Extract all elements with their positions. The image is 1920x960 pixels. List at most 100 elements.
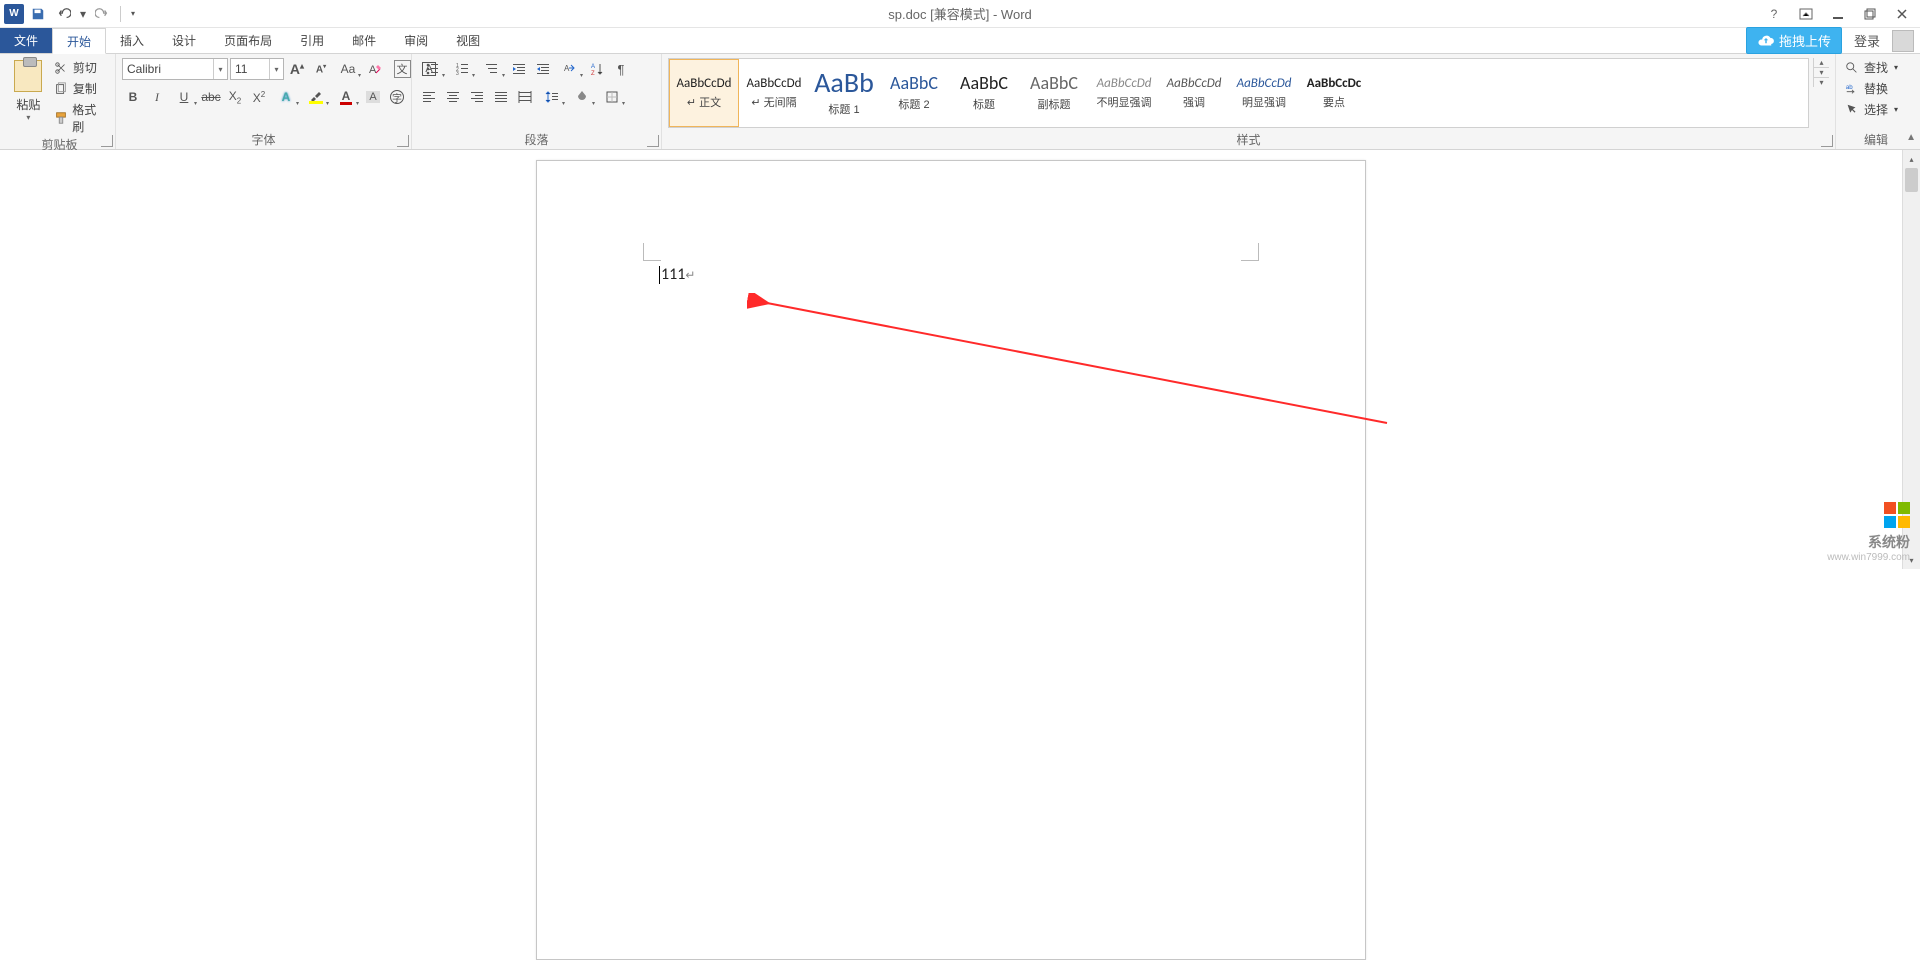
- close-button[interactable]: [1888, 3, 1916, 25]
- paragraph-launcher[interactable]: [647, 135, 659, 147]
- tab-layout[interactable]: 页面布局: [210, 28, 286, 53]
- font-name-combo[interactable]: Calibri ▾: [122, 58, 228, 80]
- superscript-button[interactable]: X2: [248, 86, 270, 108]
- restore-button[interactable]: [1856, 3, 1884, 25]
- replace-button[interactable]: ab 替换: [1842, 79, 1900, 98]
- find-button[interactable]: 查找 ▾: [1842, 58, 1900, 77]
- styles-launcher[interactable]: [1821, 135, 1833, 147]
- clear-formatting-button[interactable]: A: [364, 58, 386, 80]
- document-page[interactable]: 111↵: [536, 160, 1366, 960]
- style-item-p-normal[interactable]: AaBbCcDd↵ 正文: [669, 59, 739, 127]
- tab-review[interactable]: 审阅: [390, 28, 442, 53]
- borders-button[interactable]: ▾: [598, 86, 626, 108]
- style-item-p-sub[interactable]: AaBbC副标题: [1019, 59, 1089, 127]
- tab-design[interactable]: 设计: [158, 28, 210, 53]
- shrink-font-button[interactable]: A▾: [310, 58, 332, 80]
- ribbon-display-button[interactable]: [1792, 3, 1820, 25]
- align-center-button[interactable]: [442, 86, 464, 108]
- tab-file[interactable]: 文件: [0, 28, 52, 53]
- text-effects-button[interactable]: A▾: [272, 86, 300, 108]
- format-painter-button[interactable]: 格式刷: [51, 100, 109, 136]
- tab-mail[interactable]: 邮件: [338, 28, 390, 53]
- italic-button[interactable]: I: [146, 86, 168, 108]
- strikethrough-button[interactable]: abc: [200, 86, 222, 108]
- collapse-ribbon-button[interactable]: ▲: [1906, 132, 1916, 143]
- style-item-p-point[interactable]: AaBbCcDc要点: [1299, 59, 1369, 127]
- multilevel-button[interactable]: ▾: [478, 58, 506, 80]
- undo-more-button[interactable]: ▾: [78, 2, 88, 26]
- login-link[interactable]: 登录: [1848, 31, 1886, 50]
- char-shading-button[interactable]: A: [362, 86, 384, 108]
- multilevel-icon: [485, 62, 499, 76]
- bold-button[interactable]: B: [122, 86, 144, 108]
- show-marks-button[interactable]: ¶: [610, 58, 632, 80]
- style-item-p-strong[interactable]: AaBbCcDd明显强调: [1229, 59, 1299, 127]
- vertical-scrollbar[interactable]: ▴ ▾: [1902, 150, 1920, 569]
- align-distribute-button[interactable]: [514, 86, 536, 108]
- group-paragraph: ▾ 123▾ ▾ A▾ AZ ¶ ▾ ▾ ▾ 段落: [412, 54, 662, 149]
- change-case-button[interactable]: Aa▾: [334, 58, 362, 80]
- numbering-button[interactable]: 123▾: [448, 58, 476, 80]
- select-dropdown-icon: ▾: [1894, 105, 1898, 114]
- font-name-dropdown-icon[interactable]: ▾: [213, 59, 227, 79]
- cut-button[interactable]: 剪切: [51, 58, 109, 77]
- font-size-dropdown-icon[interactable]: ▾: [269, 59, 283, 79]
- style-item-p-emph[interactable]: AaBbCcDd强调: [1159, 59, 1229, 127]
- style-item-p-h2[interactable]: AaBbC标题 2: [879, 59, 949, 127]
- select-button[interactable]: 选择 ▾: [1842, 100, 1900, 119]
- font-color-button[interactable]: A▾: [332, 86, 360, 108]
- line-spacing-button[interactable]: ▾: [538, 86, 566, 108]
- help-button[interactable]: ?: [1760, 3, 1788, 25]
- text-cursor: [659, 266, 660, 284]
- style-item-p-nospace[interactable]: AaBbCcDd↵ 无间隔: [739, 59, 809, 127]
- scroll-track[interactable]: [1903, 168, 1920, 551]
- bullets-button[interactable]: ▾: [418, 58, 446, 80]
- style-item-p-subtle[interactable]: AaBbCcDd不明显强调: [1089, 59, 1159, 127]
- increase-indent-button[interactable]: [532, 58, 554, 80]
- clipboard-launcher[interactable]: [101, 135, 113, 147]
- style-item-p-h1[interactable]: AaBb标题 1: [809, 59, 879, 127]
- subscript-button[interactable]: X2: [224, 86, 246, 108]
- char-shading-icon: A: [366, 91, 379, 103]
- font-size-combo[interactable]: 11 ▾: [230, 58, 284, 80]
- document-line[interactable]: 111↵: [659, 265, 695, 284]
- shading-button[interactable]: ▾: [568, 86, 596, 108]
- tab-insert[interactable]: 插入: [106, 28, 158, 53]
- styles-scroll-up[interactable]: ▴: [1814, 58, 1829, 68]
- tab-view[interactable]: 视图: [442, 28, 494, 53]
- align-left-button[interactable]: [418, 86, 440, 108]
- decrease-indent-button[interactable]: [508, 58, 530, 80]
- tab-home[interactable]: 开始: [52, 28, 106, 54]
- style-item-p-title[interactable]: AaBbC标题: [949, 59, 1019, 127]
- sort-button[interactable]: AZ: [586, 58, 608, 80]
- tab-references[interactable]: 引用: [286, 28, 338, 53]
- cut-label: 剪切: [73, 59, 97, 76]
- bold-icon: B: [129, 90, 138, 104]
- title-bar: W ▾ ▾ sp.doc [兼容模式] - Word ?: [0, 0, 1920, 28]
- undo-button[interactable]: [52, 2, 76, 26]
- margin-mark-top-left: [643, 243, 661, 261]
- enclose-char-button[interactable]: 字: [386, 86, 408, 108]
- paste-button[interactable]: 粘贴 ▾: [10, 58, 47, 128]
- scroll-up-button[interactable]: ▴: [1903, 150, 1920, 168]
- underline-button[interactable]: U▾: [170, 86, 198, 108]
- minimize-button[interactable]: [1824, 3, 1852, 25]
- text-direction-button[interactable]: A▾: [556, 58, 584, 80]
- copy-button[interactable]: 复制: [51, 79, 109, 98]
- qat-customize-button[interactable]: ▾: [127, 2, 139, 26]
- grow-font-button[interactable]: A▴: [286, 58, 308, 80]
- save-button[interactable]: [26, 2, 50, 26]
- redo-button[interactable]: [90, 2, 114, 26]
- styles-scroll-down[interactable]: ▾: [1814, 68, 1829, 78]
- styles-expand[interactable]: ▾: [1814, 78, 1829, 87]
- scroll-thumb[interactable]: [1905, 168, 1918, 192]
- align-justify-button[interactable]: [490, 86, 512, 108]
- scroll-down-button[interactable]: ▾: [1903, 551, 1920, 569]
- minimize-icon: [1832, 8, 1844, 20]
- align-right-button[interactable]: [466, 86, 488, 108]
- font-launcher[interactable]: [397, 135, 409, 147]
- avatar-placeholder[interactable]: [1892, 30, 1914, 52]
- upload-button[interactable]: 拖拽上传: [1746, 27, 1842, 54]
- change-case-icon: Aa: [341, 62, 356, 76]
- highlight-button[interactable]: ▾: [302, 86, 330, 108]
